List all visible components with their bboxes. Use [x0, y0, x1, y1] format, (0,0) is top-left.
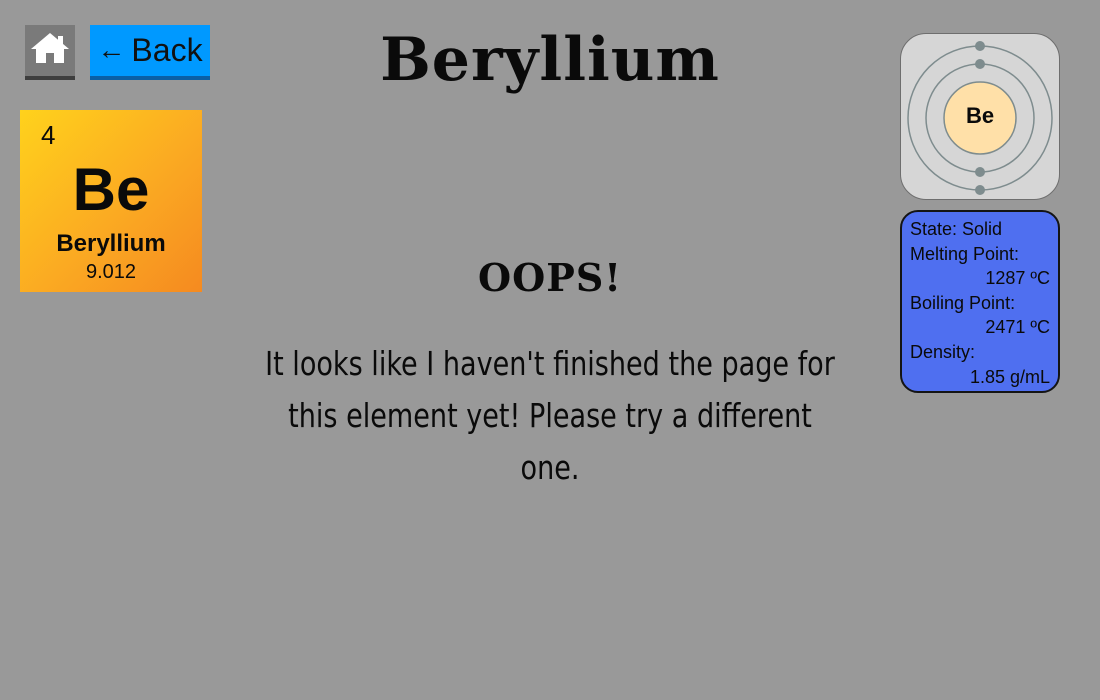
home-icon [29, 31, 71, 70]
melting-point-value: 1287 ºC [985, 268, 1050, 289]
oops-heading: OOPS! [478, 255, 622, 300]
home-button[interactable] [25, 25, 75, 80]
boiling-point-value: 2471 ºC [985, 317, 1050, 338]
electron [975, 41, 985, 51]
element-tile: 4 Be Beryllium 9.012 [20, 110, 202, 292]
element-name: Beryllium [56, 230, 166, 257]
density-value: 1.85 g/mL [969, 366, 1050, 387]
message-line: this element yet! Please try a different… [288, 396, 812, 487]
electron [975, 185, 985, 195]
arrow-left-icon: ← [97, 33, 126, 65]
back-button-label: Back [131, 31, 203, 68]
melting-point-label: Melting Point: [910, 243, 1020, 264]
page-title: Beryllium [380, 25, 720, 95]
atomic-mass: 9.012 [85, 261, 137, 283]
boiling-point-label: Boiling Point: [910, 292, 1016, 313]
state-property: State: Solid [910, 219, 1003, 239]
electron [975, 59, 985, 69]
bohr-model-card: Be [900, 33, 1060, 200]
properties-card: State: Solid Melting Point: 1287 ºC Boil… [900, 210, 1060, 393]
back-button[interactable]: ← Back [90, 25, 210, 80]
density-label: Density: [910, 341, 976, 362]
electron [975, 167, 985, 177]
element-symbol: Be [72, 156, 150, 223]
nucleus-label: Be [965, 103, 995, 128]
atomic-number: 4 [41, 120, 56, 150]
unfinished-page-message: It looks like I haven't finished the pag… [255, 338, 845, 494]
message-line: It looks like I haven't finished the pag… [265, 344, 835, 383]
